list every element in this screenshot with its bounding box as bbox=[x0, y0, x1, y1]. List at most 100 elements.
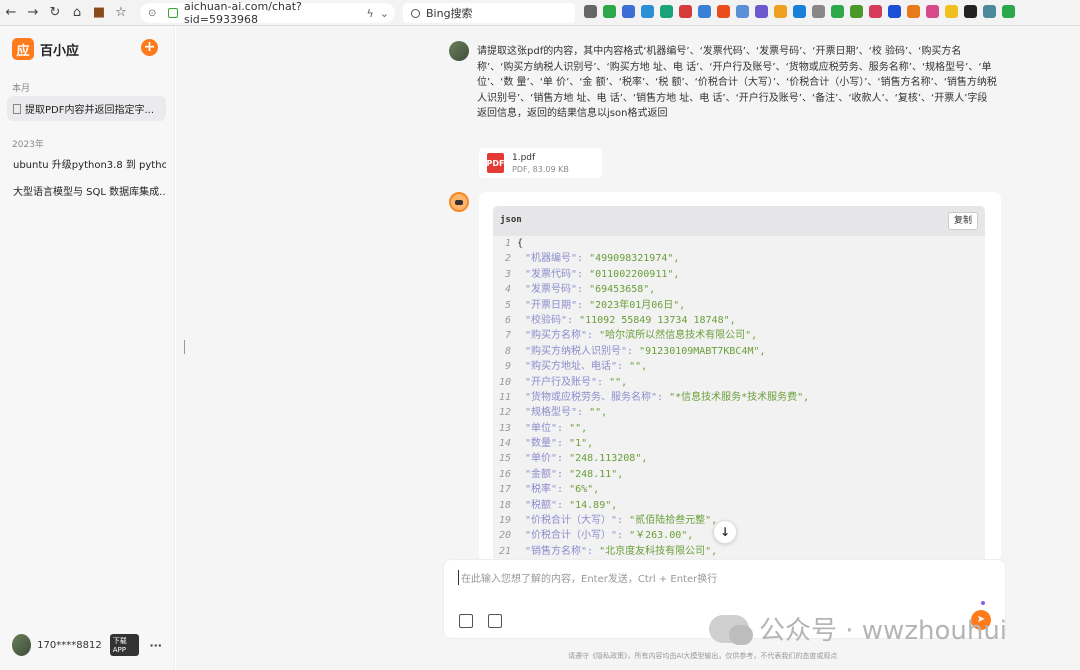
json-key: "价税合计（大写）": bbox=[525, 515, 630, 527]
line-number: 10 bbox=[498, 376, 511, 388]
bing-search-box[interactable]: Bing搜索 bbox=[403, 3, 575, 23]
line-number: 2 bbox=[504, 253, 511, 265]
chevron-down-icon[interactable]: ⌄ bbox=[380, 7, 389, 20]
code-line: 19 "价税合计（大写）": "贰佰陆拾叁元整", bbox=[493, 513, 985, 528]
code-line: 21 "销售方名称": "北京度友科技有限公司", bbox=[493, 544, 985, 559]
code-line: 12 "规格型号": "", bbox=[493, 405, 985, 420]
json-key: "校验码": bbox=[525, 314, 580, 326]
sidebar: 应 百小应 + 本月 提取PDF内容并返回指定字... 2023年 ubuntu… bbox=[0, 26, 175, 670]
code-block-header: json 复制 bbox=[493, 206, 985, 236]
extension-icon[interactable] bbox=[622, 5, 635, 18]
line-number: 5 bbox=[504, 299, 511, 311]
image-upload-icon[interactable] bbox=[488, 614, 502, 628]
star-icon[interactable]: ☆ bbox=[110, 2, 132, 24]
history-item-label: ubuntu 升级python3.8 到 pytho... bbox=[13, 160, 166, 171]
extension-icon[interactable] bbox=[603, 5, 616, 18]
extension-icon[interactable] bbox=[983, 5, 996, 18]
json-key: "数量": bbox=[525, 438, 570, 450]
extension-icon[interactable] bbox=[774, 5, 787, 18]
logo-icon: 应 bbox=[12, 38, 34, 60]
extension-icon[interactable] bbox=[926, 5, 939, 18]
home-icon[interactable]: ⌂ bbox=[66, 2, 88, 24]
chat-input-placeholder: 在此输入您想了解的内容，Enter发送，Ctrl + Enter换行 bbox=[458, 570, 717, 585]
app-name: 百小应 bbox=[40, 43, 80, 59]
extension-icon[interactable] bbox=[831, 5, 844, 18]
avatar bbox=[12, 634, 32, 656]
sidebar-resize-handle[interactable] bbox=[184, 340, 185, 354]
document-icon bbox=[13, 103, 21, 114]
scissors-icon[interactable] bbox=[584, 5, 597, 18]
code-line: 4 "发票号码": "69453658", bbox=[493, 282, 985, 297]
extension-icon[interactable] bbox=[1002, 5, 1015, 18]
reload-icon[interactable]: ↻ bbox=[44, 2, 66, 24]
extension-icon[interactable] bbox=[850, 5, 863, 18]
json-value: "14.89", bbox=[569, 499, 618, 511]
extension-icon[interactable] bbox=[793, 5, 806, 18]
upload-file-icon[interactable] bbox=[459, 614, 473, 628]
back-icon[interactable]: ← bbox=[0, 2, 22, 24]
copy-code-button[interactable]: 复制 bbox=[947, 212, 978, 230]
download-app-badge[interactable]: 下载APP bbox=[109, 634, 140, 656]
json-key: "金额": bbox=[525, 468, 570, 480]
attached-file-card[interactable]: PDF 1.pdf PDF, 83.09 KB bbox=[479, 148, 602, 178]
line-number: 18 bbox=[498, 499, 511, 511]
user-name: 170****8812 bbox=[37, 639, 102, 651]
json-key: "购买方地址、电话": bbox=[525, 361, 630, 373]
extension-icon[interactable] bbox=[907, 5, 920, 18]
extension-icon[interactable] bbox=[888, 5, 901, 18]
wallet-icon[interactable]: ■ bbox=[88, 2, 110, 24]
json-key: "货物或应税劳务、服务名称": bbox=[525, 391, 670, 403]
extension-icon[interactable] bbox=[717, 5, 730, 18]
scroll-down-button[interactable]: ↓ bbox=[713, 520, 737, 544]
extension-icon[interactable] bbox=[698, 5, 711, 18]
user-profile[interactable]: 170****8812 下载APP ··· bbox=[12, 634, 162, 656]
extension-icon[interactable] bbox=[660, 5, 673, 18]
pdf-icon: PDF bbox=[487, 153, 504, 173]
json-value: "", bbox=[569, 422, 588, 434]
watermark: 公众号 · wwzhouhui bbox=[709, 610, 1007, 647]
extension-icon[interactable] bbox=[736, 5, 749, 18]
json-key: "机器编号": bbox=[525, 253, 590, 265]
json-key: "发票号码": bbox=[525, 284, 590, 296]
extension-icon[interactable] bbox=[945, 5, 958, 18]
bing-search-text: Bing搜索 bbox=[426, 7, 473, 20]
extension-icon[interactable] bbox=[812, 5, 825, 18]
json-value: "贰佰陆拾叁元整", bbox=[629, 515, 718, 527]
history-section-label: 本月 bbox=[12, 84, 31, 94]
line-number: 11 bbox=[498, 391, 511, 403]
extension-icon[interactable] bbox=[964, 5, 977, 18]
line-number: 14 bbox=[498, 438, 511, 450]
history-item[interactable]: ubuntu 升级python3.8 到 pytho... bbox=[7, 151, 166, 176]
history-item[interactable]: 提取PDF内容并返回指定字... bbox=[7, 96, 166, 121]
code-line: 7 "购买方名称": "哈尔滨所以然信息技术有限公司", bbox=[493, 328, 985, 343]
line-number: 19 bbox=[498, 515, 511, 527]
footer-disclaimer: 请遵守《隐私政策》，所有内容均由AI大模型输出，仅供参考，不代表我们的态度或观点 bbox=[568, 652, 838, 660]
json-value: "6%", bbox=[569, 484, 600, 496]
more-options-button[interactable]: ··· bbox=[149, 639, 162, 652]
json-value: "248.113208", bbox=[569, 453, 648, 465]
line-number: 1 bbox=[504, 238, 511, 249]
history-item[interactable]: 大型语言模型与 SQL 数据库集成... bbox=[7, 178, 166, 203]
line-number: 6 bbox=[504, 314, 511, 326]
extension-icon[interactable] bbox=[869, 5, 882, 18]
code-line: 1{ bbox=[493, 236, 985, 251]
json-value: "", bbox=[589, 407, 608, 419]
extension-icon[interactable] bbox=[755, 5, 768, 18]
json-key: "销售方名称": bbox=[525, 545, 600, 557]
user-avatar bbox=[449, 41, 469, 61]
forward-icon[interactable]: → bbox=[22, 2, 44, 24]
history-item-label: 提取PDF内容并返回指定字... bbox=[25, 105, 155, 116]
line-number: 8 bbox=[504, 345, 511, 357]
json-key: "税率": bbox=[525, 484, 570, 496]
line-number: 13 bbox=[498, 422, 511, 434]
search-icon bbox=[411, 8, 420, 18]
lightning-icon[interactable]: ϟ bbox=[367, 7, 374, 20]
new-chat-button[interactable]: + bbox=[141, 39, 158, 56]
extension-icon[interactable] bbox=[641, 5, 654, 18]
line-number: 15 bbox=[498, 453, 511, 465]
site-info-icon[interactable]: ⊙ bbox=[148, 8, 156, 19]
line-number: 16 bbox=[498, 468, 511, 480]
extension-icon[interactable] bbox=[679, 5, 692, 18]
app-logo[interactable]: 应 百小应 bbox=[12, 38, 79, 60]
address-bar[interactable]: ⊙ aichuan-ai.com/chat?sid=5933968 ϟ ⌄ bbox=[140, 0, 395, 26]
